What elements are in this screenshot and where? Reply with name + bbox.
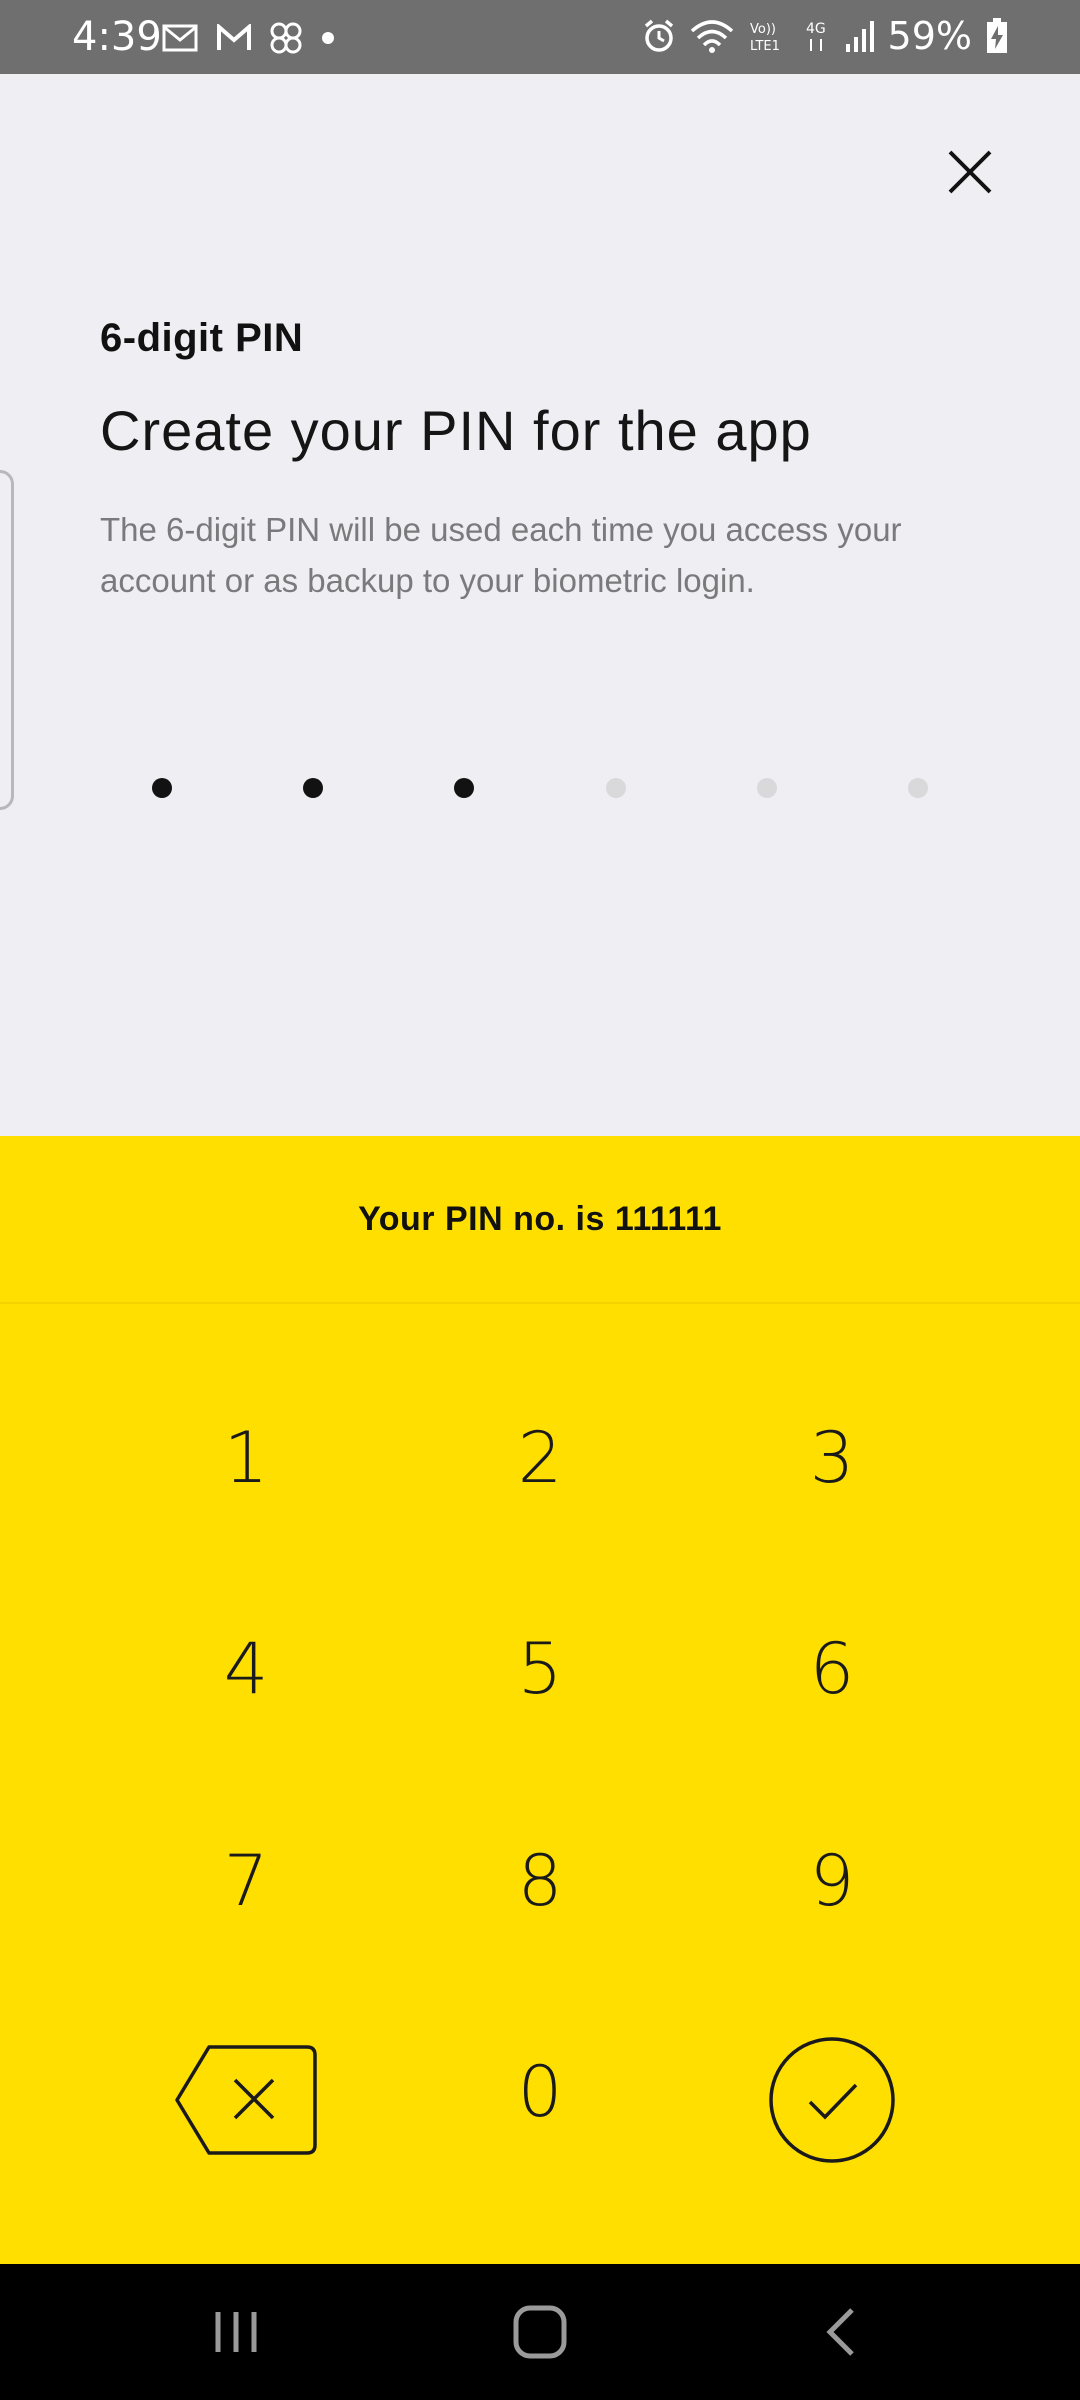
page-description: The 6-digit PIN will be used each time y… [100, 511, 902, 599]
pin-dot [454, 778, 474, 798]
home-icon [513, 2305, 567, 2359]
key-0[interactable]: 0 [440, 2017, 640, 2167]
home-button[interactable] [500, 2292, 580, 2372]
checkmark-icon [769, 2037, 895, 2163]
pin-dot [606, 778, 626, 798]
status-notification-icons [162, 22, 336, 54]
gmail-icon [216, 24, 252, 52]
key-6[interactable]: 6 [732, 1594, 932, 1744]
key-5[interactable]: 5 [440, 1594, 640, 1744]
battery-charging-icon [986, 18, 1008, 54]
pin-label: 6-digit PIN [100, 316, 304, 360]
key-7[interactable]: 7 [146, 1806, 346, 1956]
dot-icon [320, 30, 336, 46]
app-icon [270, 22, 302, 54]
back-button[interactable] [800, 2292, 880, 2372]
wifi-icon [690, 19, 734, 53]
svg-text:Vo)): Vo)) [750, 22, 776, 37]
signal-icon [844, 20, 874, 52]
confirm-button[interactable] [732, 2025, 932, 2175]
back-icon [826, 2308, 854, 2356]
svg-text:LTE1: LTE1 [750, 39, 780, 53]
keypad-panel: Your PIN no. is 111111 1 2 3 4 5 6 7 8 9… [0, 1136, 1080, 2264]
pin-banner: Your PIN no. is 111111 [0, 1136, 1080, 1304]
key-2[interactable]: 2 [440, 1383, 640, 1533]
status-system-icons: Vo)) LTE1 4G 59% [642, 14, 1008, 58]
recents-icon [215, 2312, 257, 2352]
key-3[interactable]: 3 [732, 1383, 932, 1533]
recents-button[interactable] [196, 2292, 276, 2372]
close-icon [948, 150, 992, 194]
alarm-icon [642, 19, 676, 53]
pin-dot [908, 778, 928, 798]
pin-dot [757, 778, 777, 798]
key-9[interactable]: 9 [732, 1806, 932, 1956]
navigation-bar [0, 2264, 1080, 2400]
backspace-icon [175, 2045, 317, 2155]
pin-indicator [0, 778, 1080, 798]
4g-icon: 4G [804, 19, 830, 53]
edge-panel-handle[interactable] [0, 470, 14, 810]
pin-dot [303, 778, 323, 798]
pin-dot [152, 778, 172, 798]
page-title: Create your PIN for the app [100, 399, 812, 462]
pin-banner-text: Your PIN no. is 111111 [358, 1199, 722, 1238]
battery-percent: 59% [887, 14, 972, 58]
status-bar: 4:39 Vo)) LTE1 4G 59% [0, 0, 1080, 74]
close-button[interactable] [940, 142, 1000, 202]
svg-text:4G: 4G [806, 21, 826, 37]
backspace-button[interactable] [146, 2025, 346, 2175]
status-time: 4:39 [72, 14, 162, 60]
key-8[interactable]: 8 [440, 1806, 640, 1956]
key-1[interactable]: 1 [146, 1383, 346, 1533]
key-4[interactable]: 4 [146, 1594, 346, 1744]
volte-icon: Vo)) LTE1 [748, 19, 790, 53]
mail-icon [162, 24, 198, 52]
